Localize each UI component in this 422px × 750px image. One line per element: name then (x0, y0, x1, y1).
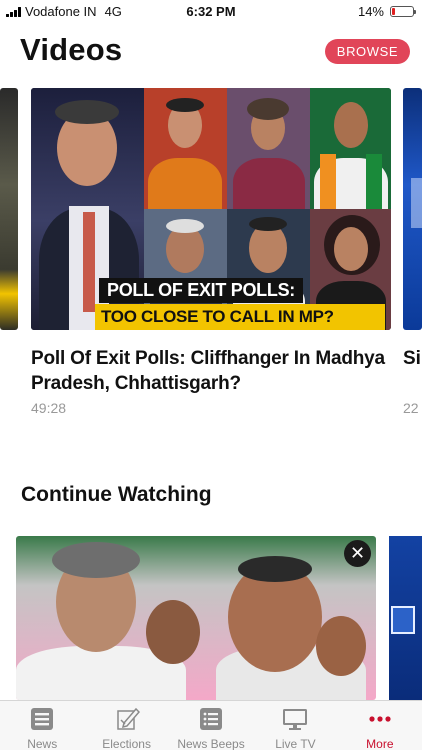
panelist-2 (227, 88, 310, 209)
banner-line-1: POLL OF EXIT POLLS: (99, 278, 303, 303)
battery-status: 14% (357, 4, 416, 19)
video-banner: POLL OF EXIT POLLS: TOO CLOSE TO CALL IN… (95, 278, 385, 330)
live-tv-icon (282, 707, 308, 731)
status-bar: Vodafone IN 4G 6:32 PM 14% (0, 0, 422, 22)
page-title: Videos (20, 32, 123, 67)
next-video-title[interactable]: Si So (403, 346, 422, 371)
battery-percent: 14% (357, 4, 384, 19)
previous-video-thumbnail[interactable] (0, 88, 18, 330)
tab-news[interactable]: News (0, 701, 84, 750)
continue-watching-next-thumbnail[interactable] (389, 536, 422, 700)
panelist-3 (310, 88, 391, 209)
video-title[interactable]: Poll Of Exit Polls: Cliffhanger In Madhy… (31, 346, 391, 396)
banner-line-2: TOO CLOSE TO CALL IN MP? (95, 304, 385, 330)
tab-more[interactable]: More (338, 701, 422, 750)
elections-icon (114, 707, 140, 731)
browse-button[interactable]: BROWSE (325, 39, 410, 64)
tab-label: More (366, 737, 394, 750)
tab-label: Live TV (275, 737, 316, 750)
battery-icon (390, 6, 416, 17)
battery-level (392, 8, 395, 15)
tab-label: News (27, 737, 58, 750)
tab-elections[interactable]: Elections (84, 701, 168, 750)
tab-news-beeps[interactable]: News Beeps (169, 701, 253, 750)
featured-video-thumbnail[interactable]: POLL OF EXIT POLLS: TOO CLOSE TO CALL IN… (31, 88, 391, 330)
continue-watching-heading: Continue Watching (21, 483, 212, 506)
more-icon (367, 707, 393, 731)
next-video-thumbnail[interactable] (403, 88, 422, 330)
tab-live-tv[interactable]: Live TV (253, 701, 337, 750)
panelist-1 (144, 88, 227, 209)
video-duration: 49:28 (31, 400, 67, 416)
close-icon[interactable]: ✕ (344, 540, 371, 567)
news-beeps-icon (198, 707, 224, 731)
tab-label: Elections (102, 737, 151, 750)
tab-bar: News Elections News Beeps Live TV More (0, 700, 422, 750)
tab-label: News Beeps (177, 737, 245, 750)
next-video-duration: 22 (403, 400, 419, 416)
news-icon (29, 707, 55, 731)
header: Videos BROWSE (0, 28, 422, 76)
continue-watching-thumbnail[interactable] (16, 536, 376, 700)
